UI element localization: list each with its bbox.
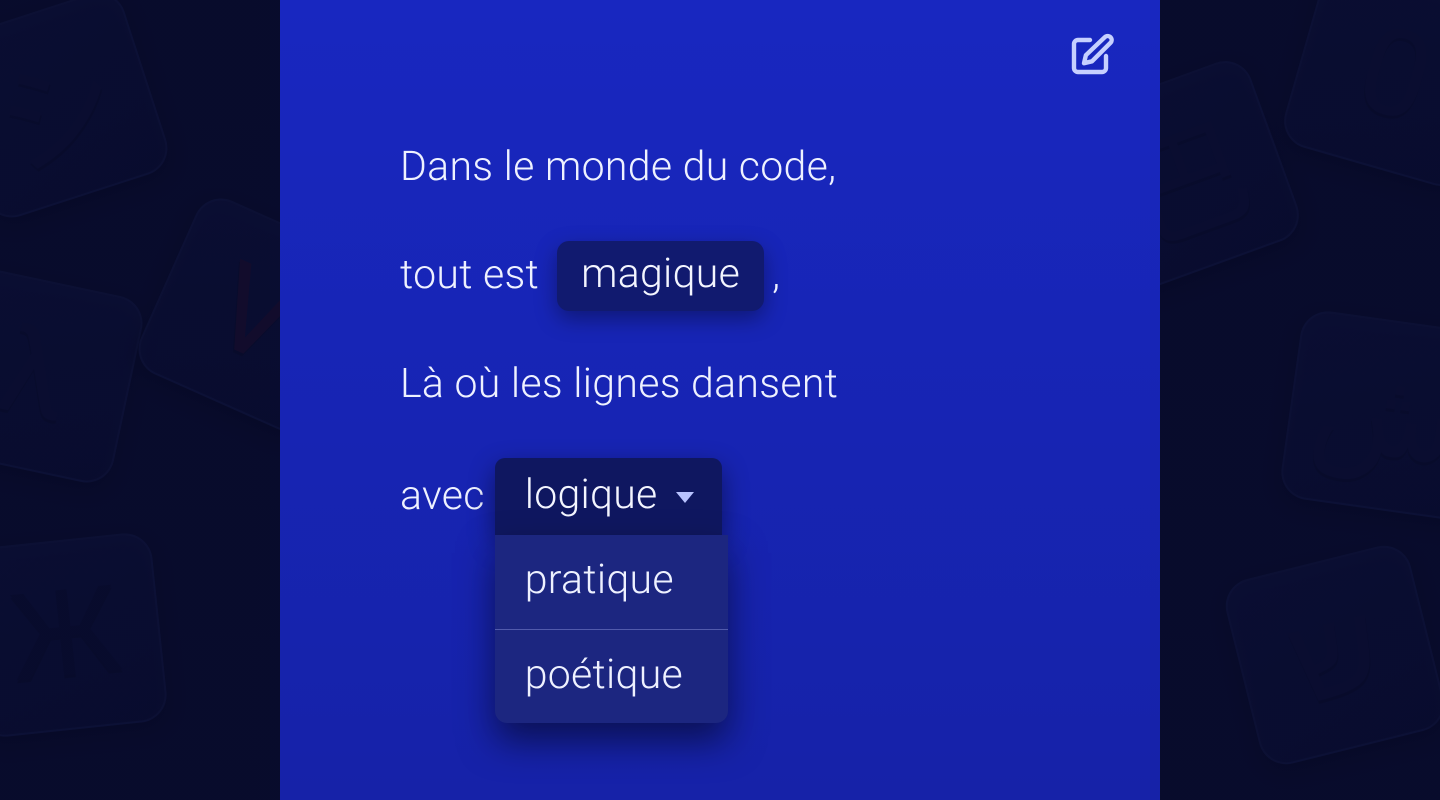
tile-glyph: シ [0,0,175,225]
tile-glyph: λ [0,262,148,487]
poem-text: avec [400,469,485,524]
poem-body: Dans le monde du code, tout est magique … [400,140,1040,535]
poem-line-1: Dans le monde du code, [400,140,1040,195]
dropdown-option-pratique[interactable]: pratique [495,535,728,628]
chevron-down-icon [676,492,694,503]
tile-glyph: Ж [0,531,169,740]
poem-line-2: tout est magique , [400,241,1040,310]
main-card: Dans le monde du code, tout est magique … [280,0,1160,800]
poem-text: tout est [400,248,539,303]
tile-glyph: 0 [1277,0,1440,193]
word-dropdown-menu: pratique poétique [495,535,728,723]
edit-icon [1068,32,1116,84]
poem-text: Là où les lignes dansent [400,357,838,412]
poem-line-3: Là où les lignes dansent [400,357,1040,412]
chip-label: magique [581,247,740,302]
word-dropdown-trigger[interactable]: logique [495,458,722,535]
tile-glyph: ש [1220,540,1440,770]
poem-line-4: avec logique pratique poétique [400,458,1040,535]
dropdown-selected-label: logique [525,468,658,523]
poem-text: Dans le monde du code, [400,140,836,195]
word-chip-magique[interactable]: magique [557,241,764,310]
edit-button[interactable] [1064,30,1120,86]
tile-glyph: ش [1278,308,1440,523]
poem-text: , [772,248,780,303]
dropdown-option-poetique[interactable]: poétique [495,629,728,723]
word-dropdown: logique pratique poétique [495,458,722,535]
